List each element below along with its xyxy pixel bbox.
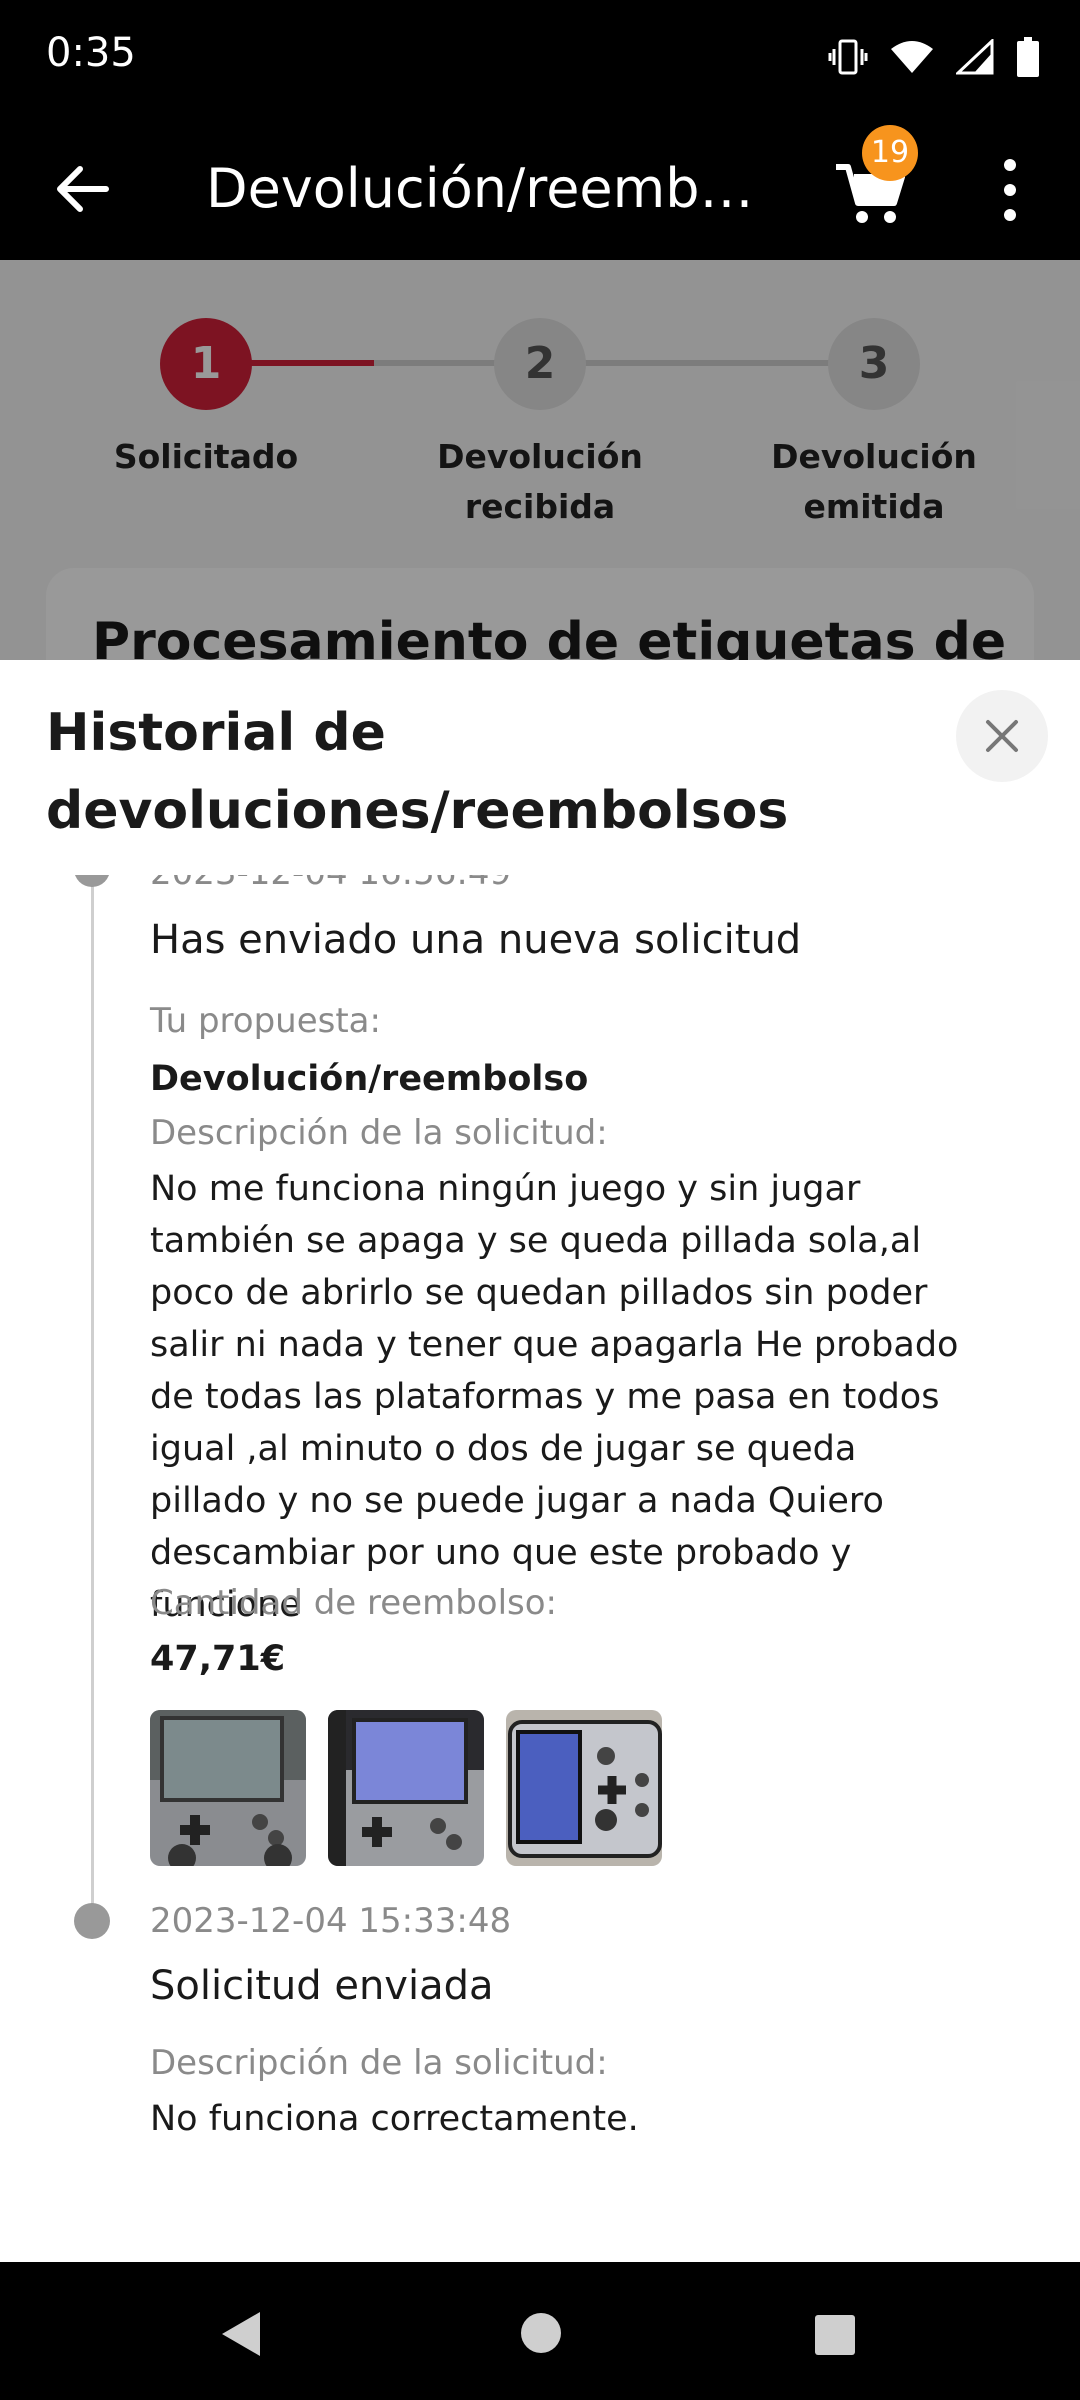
battery-icon [1017,37,1039,77]
status-time: 0:35 [46,30,136,76]
system-navigation-bar [0,2262,1080,2400]
proposal-label: Tu propuesta: [150,1001,381,1041]
signal-icon [956,39,994,75]
close-button[interactable] [956,690,1048,782]
vibrate-icon [828,39,868,75]
refund-amount-value: 47,71€ [150,1639,286,1679]
status-icons [828,32,1040,82]
evidence-photo-thumbnail[interactable] [150,1710,306,1866]
page-title: Devolución/reembolso [206,157,786,220]
back-triangle-icon[interactable] [218,2309,264,2359]
description-label: Descripción de la solicitud: [150,1113,608,1153]
sheet-title: Historial de devoluciones/reembolsos [46,703,789,841]
proposal-value: Devolución/reembolso [150,1059,589,1099]
description-text: No funciona correctamente. [150,2099,639,2139]
refund-amount-label: Cantidad de reembolso: [150,1583,558,1623]
entry-timestamp: 2023-12-04 16:56:49 [150,875,511,893]
cart-count-badge: 19 [862,125,918,181]
recents-square-icon[interactable] [814,2314,856,2356]
timeline-dot [74,1903,110,1939]
more-options-icon[interactable] [990,155,1030,225]
timeline-dot [74,875,110,887]
wifi-icon [891,41,933,73]
status-bar: 0:35 [0,0,1080,115]
home-circle-icon[interactable] [520,2312,562,2354]
timeline-line [91,875,94,1923]
back-arrow-icon[interactable] [50,157,114,221]
app-bar: Devolución/reembolso 19 [0,115,1080,260]
close-icon [986,720,1018,752]
description-text: No me funciona ningún juego y sin jugar … [150,1169,959,1625]
entry-heading: Has enviado una nueva solicitud [150,917,802,963]
history-timeline: 2023-12-04 16:56:49 Has enviado una nuev… [0,875,1080,2260]
evidence-photo-thumbnail[interactable] [328,1710,484,1866]
description-label: Descripción de la solicitud: [150,2043,608,2083]
entry-timestamp: 2023-12-04 15:33:48 [150,1901,512,1941]
evidence-photo-thumbnail[interactable] [506,1710,662,1866]
modal-scrim[interactable] [0,260,1080,660]
entry-heading: Solicitud enviada [150,1963,494,2009]
return-history-sheet: Historial de devoluciones/reembolsos 202… [0,660,1080,2260]
